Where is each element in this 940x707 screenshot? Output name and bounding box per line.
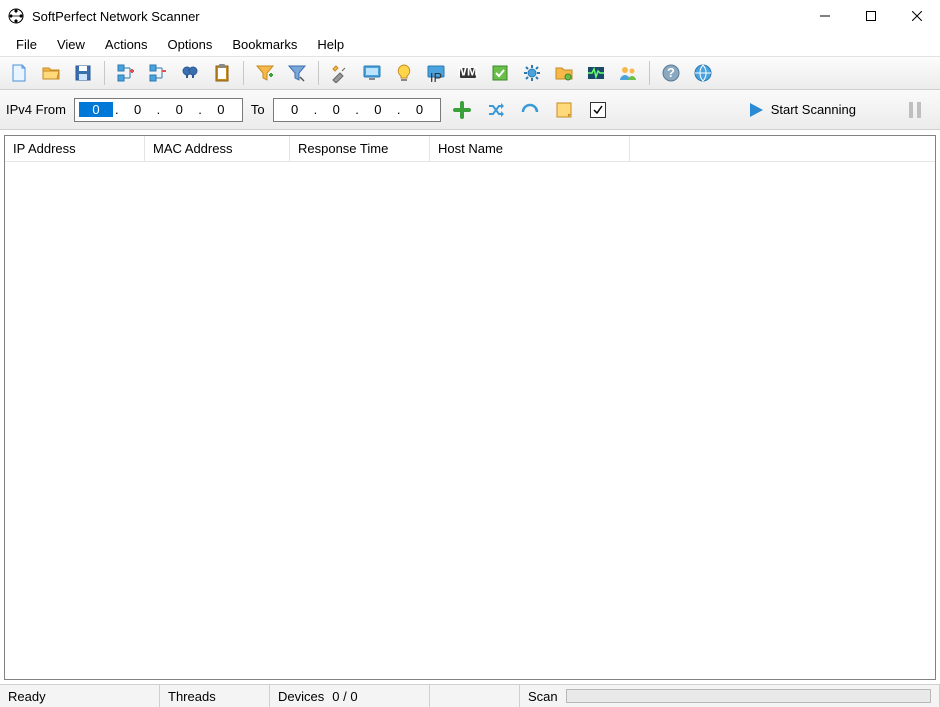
ipv4-from-label: IPv4 From: [6, 102, 66, 117]
menu-bookmarks[interactable]: Bookmarks: [222, 34, 307, 55]
ip-to-octet-4[interactable]: 0: [402, 102, 436, 117]
shared-folder-icon[interactable]: [551, 60, 577, 86]
scan-progress-bar: [566, 689, 931, 703]
col-ip-address[interactable]: IP Address: [5, 136, 145, 161]
ip-from-octet-3[interactable]: 0: [162, 102, 196, 117]
start-scanning-button[interactable]: Start Scanning: [739, 99, 864, 121]
app-icon: [8, 8, 24, 24]
ip-to-octet-2[interactable]: 0: [319, 102, 353, 117]
window-title: SoftPerfect Network Scanner: [32, 9, 200, 24]
settings-gear-icon[interactable]: [519, 60, 545, 86]
clipboard-icon[interactable]: [209, 60, 235, 86]
ip-from-octet-4[interactable]: 0: [204, 102, 238, 117]
collapse-tree-icon[interactable]: [145, 60, 171, 86]
status-devices-label: Devices: [278, 689, 324, 704]
menu-file[interactable]: File: [6, 34, 47, 55]
ip-to-octet-3[interactable]: 0: [361, 102, 395, 117]
close-button[interactable]: [894, 0, 940, 32]
filter-icon[interactable]: [284, 60, 310, 86]
svg-text:?: ?: [667, 65, 675, 80]
maximize-button[interactable]: [848, 0, 894, 32]
results-table[interactable]: IP Address MAC Address Response Time Hos…: [4, 135, 936, 680]
play-icon: [747, 101, 765, 119]
actions-icon[interactable]: [487, 60, 513, 86]
menu-view[interactable]: View: [47, 34, 95, 55]
col-response-time[interactable]: Response Time: [290, 136, 430, 161]
auto-detect-icon[interactable]: [517, 97, 543, 123]
menu-help[interactable]: Help: [307, 34, 354, 55]
ip-to-label: To: [251, 102, 265, 117]
find-icon[interactable]: [177, 60, 203, 86]
table-body: [5, 162, 935, 679]
new-file-icon[interactable]: [6, 60, 32, 86]
activity-icon[interactable]: [583, 60, 609, 86]
pause-button[interactable]: [902, 97, 928, 123]
save-icon[interactable]: [70, 60, 96, 86]
ip-from-input[interactable]: 0. 0. 0. 0: [74, 98, 243, 122]
help-icon[interactable]: ?: [658, 60, 684, 86]
filter-add-icon[interactable]: [252, 60, 278, 86]
main-toolbar: IP WMI ?: [0, 56, 940, 90]
expand-tree-icon[interactable]: [113, 60, 139, 86]
ip-from-octet-2[interactable]: 0: [121, 102, 155, 117]
users-icon[interactable]: [615, 60, 641, 86]
ip-from-octet-1[interactable]: 0: [79, 102, 113, 117]
note-icon[interactable]: [551, 97, 577, 123]
hint-icon[interactable]: [391, 60, 417, 86]
minimize-button[interactable]: [802, 0, 848, 32]
web-icon[interactable]: [690, 60, 716, 86]
col-mac-address[interactable]: MAC Address: [145, 136, 290, 161]
ip-to-input[interactable]: 0. 0. 0. 0: [273, 98, 442, 122]
shuffle-icon[interactable]: [483, 97, 509, 123]
status-ready: Ready: [0, 685, 160, 707]
menu-options[interactable]: Options: [158, 34, 223, 55]
svg-text:IP: IP: [430, 70, 442, 83]
open-folder-icon[interactable]: [38, 60, 64, 86]
title-bar: SoftPerfect Network Scanner: [0, 0, 940, 32]
tools-icon[interactable]: [327, 60, 353, 86]
start-scanning-label: Start Scanning: [771, 102, 856, 117]
menu-actions[interactable]: Actions: [95, 34, 158, 55]
table-header: IP Address MAC Address Response Time Hos…: [5, 136, 935, 162]
status-threads-label: Threads: [160, 685, 270, 707]
status-scan: Scan: [520, 685, 940, 707]
ip-to-octet-1[interactable]: 0: [278, 102, 312, 117]
status-devices: Devices 0 / 0: [270, 685, 430, 707]
ip-icon[interactable]: IP: [423, 60, 449, 86]
col-host-name[interactable]: Host Name: [430, 136, 630, 161]
menu-bar: File View Actions Options Bookmarks Help: [0, 32, 940, 56]
svg-text:WMI: WMI: [458, 64, 478, 79]
status-scan-label: Scan: [528, 689, 558, 704]
status-bar: Ready Threads Devices 0 / 0 Scan: [0, 684, 940, 707]
wmi-icon[interactable]: WMI: [455, 60, 481, 86]
ip-range-bar: IPv4 From 0. 0. 0. 0 To 0. 0. 0. 0 Start…: [0, 90, 940, 130]
status-devices-value: 0 / 0: [332, 689, 357, 704]
add-range-icon[interactable]: [449, 97, 475, 123]
monitor-icon[interactable]: [359, 60, 385, 86]
checkbox-toggle[interactable]: [585, 97, 611, 123]
